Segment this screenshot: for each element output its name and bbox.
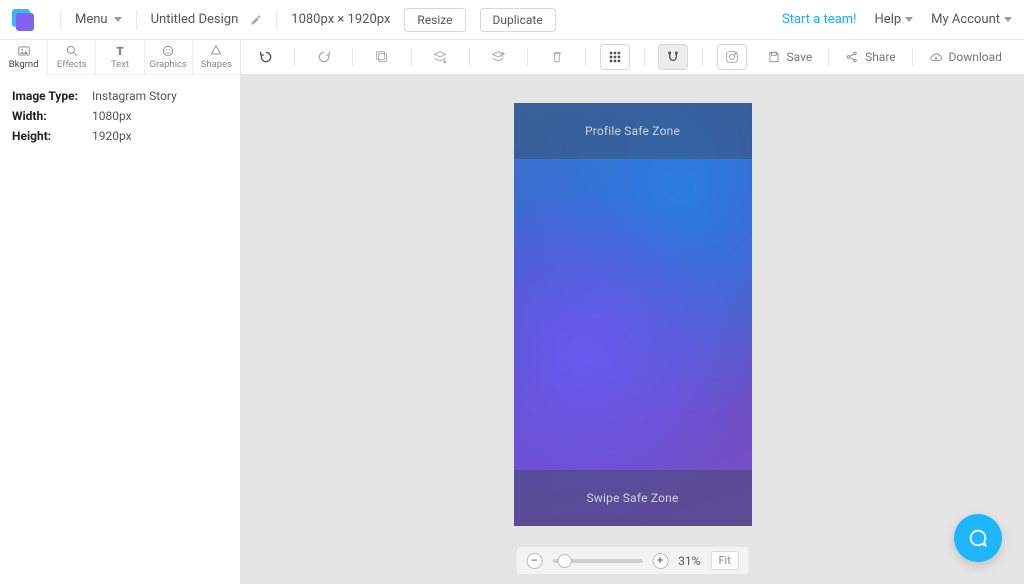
tab-background[interactable]: Bkgrnd	[0, 40, 48, 75]
lower-layer-button[interactable]	[484, 44, 513, 70]
zoom-slider[interactable]	[552, 559, 642, 563]
redo-button[interactable]	[309, 44, 338, 70]
canvas-area[interactable]: Profile Safe Zone Swipe Safe Zone – + 31…	[240, 75, 1024, 584]
help-label: Help	[875, 12, 902, 27]
tool-tabs: Bkgrnd Effects Text Graphics Shapes	[0, 40, 240, 75]
grid-icon	[607, 49, 623, 65]
prop-value: Instagram Story	[92, 89, 177, 103]
menu-dropdown[interactable]: Menu	[75, 12, 122, 27]
prop-height: Height: 1920px	[12, 129, 228, 143]
chevron-down-icon	[1004, 17, 1012, 22]
snap-button[interactable]	[658, 44, 688, 70]
start-team-link[interactable]: Start a team!	[782, 12, 857, 27]
separator	[352, 48, 353, 66]
zoom-in-button[interactable]: +	[652, 553, 668, 569]
duplicate-button[interactable]: Duplicate	[480, 8, 556, 32]
separator	[469, 48, 470, 66]
prop-image-type: Image Type: Instagram Story	[12, 89, 228, 103]
separator	[276, 10, 277, 30]
layer-up-icon	[490, 49, 506, 65]
profile-safezone: Profile Safe Zone	[514, 103, 752, 159]
download-label: Download	[949, 50, 1002, 64]
chat-icon	[967, 527, 989, 549]
tab-label: Shapes	[201, 59, 232, 70]
redo-icon	[316, 49, 332, 65]
tab-label: Text	[111, 59, 129, 70]
chevron-down-icon	[905, 17, 913, 22]
text-icon	[113, 44, 127, 58]
separator	[527, 48, 528, 66]
prop-label: Image Type:	[12, 89, 92, 103]
share-label: Share	[865, 50, 896, 64]
layer-down-icon	[432, 49, 448, 65]
share-button[interactable]: Share	[833, 50, 908, 64]
separator	[585, 48, 586, 66]
copy-icon	[374, 49, 390, 65]
dimensions-text: 1080px × 1920px	[291, 12, 390, 27]
separator	[828, 48, 829, 66]
zoom-out-button[interactable]: –	[526, 553, 542, 569]
separator	[411, 48, 412, 66]
tab-effects[interactable]: Effects	[48, 40, 96, 75]
prop-width: Width: 1080px	[12, 109, 228, 123]
save-button[interactable]: Save	[755, 50, 825, 64]
top-header: Menu Untitled Design 1080px × 1920px Res…	[0, 0, 1024, 40]
image-icon	[17, 44, 31, 58]
zoom-controls: – + 31% Fit	[516, 547, 749, 574]
save-label: Save	[787, 50, 813, 64]
cloud-download-icon	[929, 50, 943, 64]
separator	[294, 48, 295, 66]
artboard[interactable]: Profile Safe Zone Swipe Safe Zone	[514, 103, 752, 526]
chevron-down-icon	[114, 17, 122, 22]
prop-label: Height:	[12, 129, 92, 143]
canvas-toolbar: Save Share Download	[240, 40, 1024, 75]
tab-graphics[interactable]: Graphics	[145, 40, 193, 75]
account-dropdown[interactable]: My Account	[931, 12, 1012, 27]
separator	[60, 10, 61, 30]
download-button[interactable]: Download	[917, 50, 1014, 64]
menu-label: Menu	[75, 12, 108, 27]
copy-button[interactable]	[367, 44, 396, 70]
tab-text[interactable]: Text	[96, 40, 144, 75]
undo-button[interactable]	[251, 44, 280, 70]
magnet-icon	[665, 49, 681, 65]
tab-shapes[interactable]: Shapes	[193, 40, 240, 75]
trash-icon	[549, 49, 565, 65]
tab-label: Graphics	[149, 59, 186, 70]
app-logo[interactable]	[12, 9, 34, 31]
tab-label: Effects	[57, 59, 87, 70]
zoom-level-text: 31%	[678, 554, 700, 568]
safezone-toggle-button[interactable]	[717, 44, 747, 70]
grid-button[interactable]	[600, 44, 630, 70]
separator	[912, 48, 913, 66]
instagram-icon	[724, 49, 740, 65]
shapes-icon	[209, 44, 223, 58]
help-dropdown[interactable]: Help	[875, 12, 914, 27]
separator	[136, 10, 137, 30]
pencil-icon	[250, 14, 262, 26]
properties-panel: Image Type: Instagram Story Width: 1080p…	[0, 75, 240, 584]
tab-label: Bkgrnd	[9, 59, 39, 70]
swipe-safezone: Swipe Safe Zone	[514, 470, 752, 526]
prop-value: 1080px	[92, 109, 132, 123]
separator	[644, 48, 645, 66]
raise-layer-button[interactable]	[426, 44, 455, 70]
delete-button[interactable]	[542, 44, 571, 70]
save-icon	[767, 50, 781, 64]
design-name-text: Untitled Design	[151, 12, 239, 27]
account-label: My Account	[931, 12, 1000, 27]
undo-icon	[258, 49, 274, 65]
design-name-field[interactable]: Untitled Design	[151, 12, 263, 27]
help-fab[interactable]	[954, 514, 1002, 562]
resize-button[interactable]: Resize	[404, 8, 465, 32]
sticker-icon	[161, 44, 175, 58]
separator	[702, 48, 703, 66]
share-icon	[845, 50, 859, 64]
prop-label: Width:	[12, 109, 92, 123]
wand-icon	[65, 44, 79, 58]
prop-value: 1920px	[92, 129, 132, 143]
zoom-fit-button[interactable]: Fit	[710, 551, 738, 570]
